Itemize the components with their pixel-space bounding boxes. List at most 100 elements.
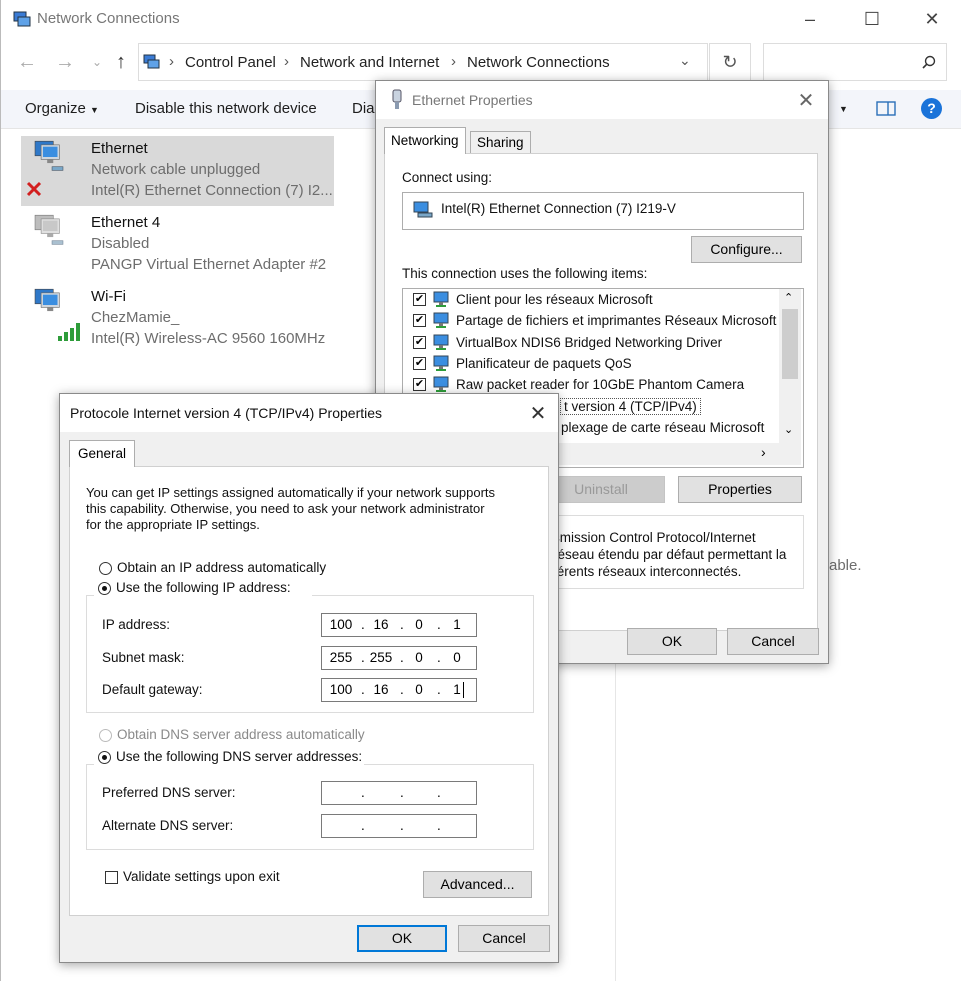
component-label: t version 4 (TCP/IPv4) bbox=[560, 397, 701, 415]
refresh-button[interactable]: ↻ bbox=[709, 43, 751, 81]
network-adapter-icon bbox=[34, 140, 64, 171]
adapter-ethernet-4[interactable]: Ethernet 4 Disabled PANGP Virtual Ethern… bbox=[21, 210, 334, 280]
network-card-icon bbox=[413, 201, 433, 218]
adapter-device: PANGP Virtual Ethernet Adapter #2 bbox=[91, 256, 327, 273]
component-checkbox[interactable]: ✔ bbox=[413, 314, 426, 328]
preview-pane-icon[interactable] bbox=[876, 101, 896, 116]
component-checkbox[interactable]: ✔ bbox=[413, 378, 426, 392]
auto-dns-label[interactable]: Obtain DNS server address automatically bbox=[117, 727, 365, 742]
breadcrumb-network-and-internet[interactable]: Network and Internet bbox=[300, 54, 439, 71]
component-item[interactable]: ✔ Planificateur de paquets QoS bbox=[403, 353, 779, 374]
maximize-button[interactable]: ☐ bbox=[849, 0, 895, 38]
adapter-wifi[interactable]: Wi-Fi ChezMamie_ Intel(R) Wireless-AC 95… bbox=[21, 284, 334, 354]
configure-button[interactable]: Configure... bbox=[691, 236, 802, 263]
scroll-thumb[interactable] bbox=[782, 309, 798, 379]
alternate-dns-input[interactable]: . . . bbox=[321, 814, 477, 838]
breadcrumb-network-connections[interactable]: Network Connections bbox=[467, 54, 610, 71]
scroll-down-icon[interactable]: ⌄ bbox=[784, 423, 793, 436]
manual-ip-label[interactable]: Use the following IP address: bbox=[116, 580, 291, 595]
mask-octet: 255 bbox=[369, 650, 393, 665]
scroll-up-icon[interactable]: ⌃ bbox=[784, 291, 793, 304]
network-folder-icon bbox=[13, 11, 31, 27]
advanced-button[interactable]: Advanced... bbox=[423, 871, 532, 898]
adapter-ethernet[interactable]: Ethernet Network cable unplugged Intel(R… bbox=[21, 136, 334, 206]
manual-dns-label[interactable]: Use the following DNS server addresses: bbox=[116, 749, 362, 764]
search-input[interactable] bbox=[763, 43, 947, 81]
network-component-icon bbox=[433, 376, 449, 393]
dialog-titlebar: Protocole Internet version 4 (TCP/IPv4) … bbox=[60, 394, 558, 432]
forward-arrow-icon[interactable]: → bbox=[53, 48, 77, 76]
ok-button[interactable]: OK bbox=[627, 628, 717, 655]
items-label: This connection uses the following items… bbox=[402, 266, 648, 281]
component-label: plexage de carte réseau Microsoft bbox=[561, 419, 765, 435]
preferred-dns-label: Preferred DNS server: bbox=[102, 785, 236, 800]
cancel-button[interactable]: Cancel bbox=[458, 925, 550, 952]
component-item[interactable]: ✔ Client pour les réseaux Microsoft bbox=[403, 289, 779, 310]
preferred-dns-input[interactable]: . . . bbox=[321, 781, 477, 805]
component-checkbox[interactable]: ✔ bbox=[413, 335, 426, 349]
subnet-mask-label: Subnet mask: bbox=[102, 650, 185, 665]
mask-octet: 255 bbox=[329, 650, 353, 665]
octet-separator: . bbox=[437, 785, 441, 800]
manual-dns-option[interactable]: Use the following DNS server addresses: bbox=[94, 747, 364, 765]
manual-dns-radio[interactable] bbox=[98, 751, 111, 764]
breadcrumb-separator-icon: › bbox=[284, 53, 289, 70]
component-item[interactable]: ✔ VirtualBox NDIS6 Bridged Networking Dri… bbox=[403, 332, 779, 353]
auto-ip-label[interactable]: Obtain an IP address automatically bbox=[117, 560, 326, 575]
close-icon[interactable]: ✕ bbox=[518, 395, 558, 431]
close-button[interactable]: ✕ bbox=[909, 0, 955, 38]
tab-sharing[interactable]: Sharing bbox=[470, 131, 531, 154]
network-component-icon bbox=[433, 312, 449, 329]
description-line: smission Control Protocol/Internet bbox=[553, 530, 756, 545]
component-checkbox[interactable]: ✔ bbox=[413, 356, 426, 370]
ip-address-label: IP address: bbox=[102, 617, 171, 632]
recent-chevron-icon[interactable]: ⌄ bbox=[85, 48, 109, 76]
tab-networking[interactable]: Networking bbox=[384, 127, 466, 154]
intro-line: You can get IP settings assigned automat… bbox=[86, 485, 496, 500]
connect-using-label: Connect using: bbox=[402, 170, 493, 185]
address-bar[interactable]: › Control Panel › Network and Internet ›… bbox=[138, 43, 708, 81]
breadcrumb-control-panel[interactable]: Control Panel bbox=[185, 54, 276, 71]
organize-menu[interactable]: Organize ▼ bbox=[25, 100, 99, 117]
back-arrow-icon[interactable]: ← bbox=[15, 48, 39, 76]
address-dropdown-icon[interactable]: ⌄ bbox=[679, 52, 691, 69]
octet-separator: . bbox=[400, 785, 404, 800]
ip-address-input[interactable]: 100 . 16 . 0 . 1 bbox=[321, 613, 477, 637]
up-arrow-icon[interactable]: ↑ bbox=[109, 48, 133, 76]
subnet-mask-input[interactable]: 255 . 255 . 0 . 0 bbox=[321, 646, 477, 670]
gateway-octet: 0 bbox=[415, 682, 423, 697]
disable-device-button[interactable]: Disable this network device bbox=[135, 100, 317, 117]
component-label: Raw packet reader for 10GbE Phantom Came… bbox=[456, 377, 745, 393]
manual-ip-radio[interactable] bbox=[98, 582, 111, 595]
validate-checkbox[interactable] bbox=[105, 871, 118, 884]
dialog-title: Ethernet Properties bbox=[412, 92, 533, 108]
adapter-name: Wi-Fi bbox=[91, 288, 126, 305]
auto-ip-radio[interactable] bbox=[99, 562, 112, 575]
scroll-right-icon[interactable]: › bbox=[761, 444, 766, 460]
default-gateway-input[interactable]: 100 . 16 . 0 . 1 bbox=[321, 678, 477, 702]
manual-ip-option[interactable]: Use the following IP address: bbox=[94, 578, 312, 596]
cancel-button[interactable]: Cancel bbox=[727, 628, 819, 655]
tab-general[interactable]: General bbox=[69, 440, 136, 467]
vertical-scrollbar[interactable]: ⌃ ⌄ bbox=[779, 289, 801, 444]
text-caret bbox=[463, 682, 464, 698]
more-options-chevron-icon[interactable]: ▼ bbox=[839, 104, 848, 114]
network-component-icon bbox=[433, 355, 449, 371]
validate-label[interactable]: Validate settings upon exit bbox=[123, 869, 280, 884]
adapter-name: Ethernet 4 bbox=[91, 214, 161, 231]
help-icon[interactable]: ? bbox=[921, 98, 942, 119]
adapter-name: Ethernet bbox=[91, 140, 148, 157]
auto-dns-radio[interactable] bbox=[99, 729, 112, 742]
adapter-device: Intel(R) Ethernet Connection (7) I2... bbox=[91, 182, 333, 199]
component-checkbox[interactable]: ✔ bbox=[413, 293, 426, 306]
component-label: VirtualBox NDIS6 Bridged Networking Driv… bbox=[456, 334, 723, 350]
component-item[interactable]: ✔ Partage de fichiers et imprimantes Rése… bbox=[403, 310, 779, 331]
close-icon[interactable]: ✕ bbox=[786, 82, 826, 118]
properties-button[interactable]: Properties bbox=[678, 476, 802, 503]
network-component-icon bbox=[433, 334, 449, 350]
network-plug-icon bbox=[392, 89, 402, 109]
ok-button[interactable]: OK bbox=[357, 925, 447, 952]
adapter-name-value: Intel(R) Ethernet Connection (7) I219-V bbox=[441, 201, 676, 216]
minimize-button[interactable]: – bbox=[787, 0, 833, 38]
mask-octet: 0 bbox=[453, 650, 461, 665]
